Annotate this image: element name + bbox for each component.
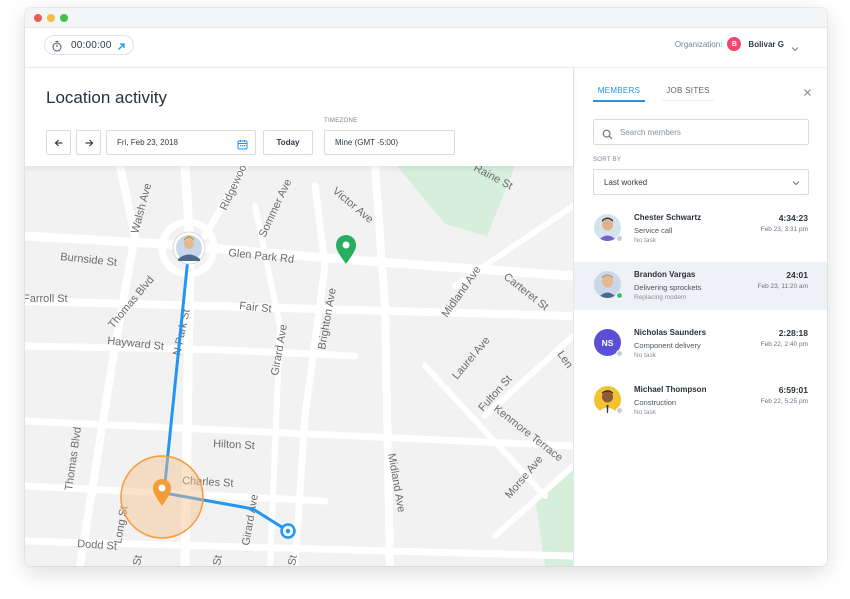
- arrow-right-icon: [85, 139, 93, 146]
- member-subtask: No task: [634, 237, 657, 244]
- member-last-active: Feb 23, 11:20 am: [757, 283, 808, 290]
- member-list-item[interactable]: Chester Schwartz Service call No task 4:…: [574, 205, 827, 253]
- street-label: Laurel Ave: [450, 335, 492, 382]
- activity-header: Location activity Fri, Feb 23, 2018 Toda…: [25, 68, 573, 166]
- chevron-down-icon: [792, 179, 800, 187]
- location-map[interactable]: Raine St Walsh Ave Ridgewood Sommer Ave …: [25, 166, 573, 566]
- organization-avatar: B: [727, 37, 742, 51]
- member-map-avatar[interactable]: [172, 231, 206, 265]
- member-name: Brandon Vargas: [634, 270, 696, 279]
- maximize-window-button[interactable]: [60, 14, 68, 22]
- status-dot: [616, 407, 623, 414]
- member-task: Delivering sprockets: [634, 283, 702, 292]
- street-label: St: [211, 554, 225, 566]
- member-last-active: Feb 22, 2:40 pm: [760, 341, 808, 348]
- member-last-active: Feb 22, 5:25 pm: [760, 398, 808, 405]
- member-task: Construction: [634, 398, 677, 407]
- street-label: St: [131, 554, 145, 566]
- member-list-item[interactable]: Brandon Vargas Delivering sprockets Repl…: [574, 262, 827, 310]
- street-label: Ridgewood: [218, 166, 252, 212]
- date-picker[interactable]: Fri, Feb 23, 2018: [106, 130, 256, 155]
- member-task: Component delivery: [634, 341, 701, 350]
- close-window-button[interactable]: [34, 14, 42, 22]
- member-duration: 6:59:01: [778, 385, 808, 395]
- street-label: Hilton St: [213, 438, 255, 452]
- top-bar: 00:00:00 Organization: B Bolivar G: [25, 28, 827, 68]
- timer-widget[interactable]: 00:00:00: [44, 35, 134, 55]
- timezone-label: TIMEZONE: [324, 118, 358, 124]
- street-label: St: [286, 554, 300, 566]
- sort-value: Last worked: [604, 177, 648, 187]
- arrow-left-icon: [54, 139, 62, 146]
- member-list-item[interactable]: NS Nicholas Saunders Component delivery …: [574, 320, 827, 368]
- member-task: Service call: [634, 226, 673, 235]
- status-dot: [616, 292, 623, 299]
- street-label: Glen Park Rd: [228, 247, 295, 266]
- street-label: Burnside St: [60, 251, 118, 269]
- member-name: Chester Schwartz: [634, 213, 702, 222]
- member-name: Nicholas Saunders: [634, 328, 707, 337]
- street-label: Girard Ave: [240, 493, 261, 546]
- member-subtask: No task: [634, 352, 657, 359]
- map-canvas: Raine St Walsh Ave Ridgewood Sommer Ave …: [25, 166, 573, 566]
- avatar-initials: NS: [601, 337, 614, 348]
- organization-switcher[interactable]: Organization: B Bolivar G: [674, 37, 799, 52]
- member-list-item[interactable]: Michael Thompson Construction No task 6:…: [574, 377, 827, 425]
- search-input[interactable]: [620, 127, 790, 137]
- location-activity-panel: Location activity Fri, Feb 23, 2018 Toda…: [25, 68, 573, 566]
- minimize-window-button[interactable]: [47, 14, 55, 22]
- today-button[interactable]: Today: [263, 130, 313, 155]
- route-end-point[interactable]: [280, 523, 296, 539]
- street-label: Farroll St: [25, 293, 68, 305]
- member-duration: 4:34:23: [778, 213, 808, 223]
- road: [291, 182, 329, 566]
- sort-select[interactable]: Last worked: [593, 169, 809, 195]
- member-duration: 2:28:18: [778, 328, 808, 338]
- street-label: Fair St: [239, 300, 272, 315]
- timezone-select[interactable]: Mine (GMT -5:00): [324, 130, 455, 155]
- page-title: Location activity: [46, 88, 167, 107]
- window-titlebar: [25, 8, 827, 28]
- tab-members[interactable]: MEMBERS: [593, 86, 645, 102]
- date-value: Fri, Feb 23, 2018: [117, 138, 178, 147]
- status-dot: [616, 350, 623, 357]
- status-dot: [616, 235, 623, 242]
- calendar-icon[interactable]: [237, 137, 248, 150]
- street-label: Thomas Blvd: [63, 426, 84, 491]
- member-subtask: Replacing modem: [634, 294, 687, 301]
- street-label: Victor Ave: [330, 185, 375, 226]
- search-icon: [602, 127, 613, 139]
- road: [25, 297, 573, 320]
- street-label: Kenmore Terrace: [491, 403, 565, 464]
- close-icon[interactable]: [803, 84, 812, 96]
- open-timer-icon[interactable]: [116, 39, 127, 50]
- app-window: 00:00:00 Organization: B Bolivar G Locat…: [25, 8, 827, 566]
- tab-job-sites[interactable]: JOB SITES: [662, 86, 714, 101]
- road: [371, 166, 394, 566]
- chevron-down-icon: [791, 40, 799, 52]
- member-last-active: Feb 23, 3:31 pm: [760, 226, 808, 233]
- member-duration: 24:01: [786, 270, 808, 280]
- member-subtask: No task: [634, 409, 657, 416]
- sort-label: SORT BY: [593, 157, 622, 163]
- organization-name: Bolivar G: [748, 39, 784, 49]
- members-sidebar: MEMBERS JOB SITES SORT BY Last worked Ch…: [573, 68, 827, 566]
- next-day-button[interactable]: [76, 130, 101, 155]
- search-members-field[interactable]: [593, 119, 809, 145]
- member-name: Michael Thompson: [634, 385, 707, 394]
- previous-day-button[interactable]: [46, 130, 71, 155]
- timer-value: 00:00:00: [71, 39, 112, 51]
- street-label: Sommer Ave: [257, 177, 294, 239]
- organization-label: Organization:: [674, 39, 723, 49]
- stopwatch-icon: [51, 39, 63, 52]
